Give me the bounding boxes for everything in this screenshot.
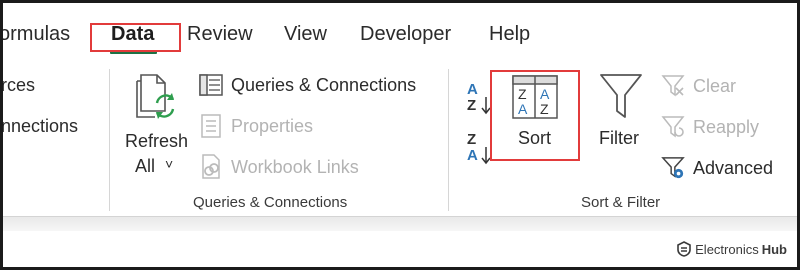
electronics-hub-logo-icon bbox=[677, 241, 691, 257]
sort-za-top-letter: Z bbox=[467, 131, 477, 148]
queries-connections-group-label: Queries & Connections bbox=[193, 194, 348, 211]
sort-button[interactable]: Z A A Z Sort bbox=[490, 70, 580, 161]
existing-connections-button[interactable]: nnections bbox=[3, 116, 78, 137]
queries-connections-label: Queries & Connections bbox=[231, 74, 417, 95]
queries-connections-icon bbox=[199, 73, 223, 97]
advanced-filter-icon bbox=[661, 156, 685, 180]
app-window: ormulas Data Review View Developer Help … bbox=[0, 0, 800, 270]
ribbon-tab-bar: ormulas Data Review View Developer Help bbox=[3, 3, 797, 61]
refresh-all-icon bbox=[136, 74, 175, 119]
clear-filter-button[interactable]: Clear bbox=[661, 74, 736, 98]
tab-help[interactable]: Help bbox=[489, 23, 530, 46]
properties-label: Properties bbox=[231, 115, 314, 136]
sort-descending-button[interactable]: Z A bbox=[463, 131, 493, 179]
sort-filter-group-label: Sort & Filter bbox=[581, 194, 661, 211]
filter-funnel-icon bbox=[600, 74, 642, 118]
advanced-filter-button[interactable]: Advanced bbox=[661, 156, 773, 180]
ribbon-bottom-shadow bbox=[3, 217, 797, 231]
queries-connections-button[interactable]: Queries & Connections bbox=[199, 73, 416, 97]
filter-button[interactable]: Filter bbox=[595, 71, 647, 161]
filter-label: Filter bbox=[599, 128, 639, 148]
watermark-brand: Electronics bbox=[695, 241, 759, 257]
tab-view[interactable]: View bbox=[284, 23, 327, 46]
tab-review[interactable]: Review bbox=[187, 23, 253, 46]
electronics-hub-watermark: Electronics Hub bbox=[677, 241, 787, 257]
svg-text:Z: Z bbox=[518, 86, 527, 102]
workbook-links-icon bbox=[199, 154, 223, 179]
sort-label: Sort bbox=[518, 128, 552, 148]
refresh-all-label-line1: Refresh bbox=[125, 131, 189, 151]
data-tab-highlight-box bbox=[90, 23, 181, 52]
tab-formulas[interactable]: ormulas bbox=[3, 23, 70, 46]
svg-text:A: A bbox=[518, 101, 528, 117]
svg-text:A: A bbox=[540, 86, 550, 102]
group-separator bbox=[448, 69, 449, 211]
clear-label: Clear bbox=[693, 75, 737, 96]
workbook-links-label: Workbook Links bbox=[231, 156, 359, 177]
reapply-button[interactable]: Reapply bbox=[661, 115, 759, 139]
svg-text:Z: Z bbox=[540, 101, 549, 117]
properties-icon bbox=[199, 114, 223, 138]
recent-sources-button[interactable]: rces bbox=[3, 75, 35, 96]
clear-filter-icon bbox=[661, 74, 685, 98]
reapply-label: Reapply bbox=[693, 116, 760, 137]
advanced-label: Advanced bbox=[693, 157, 774, 178]
reapply-icon bbox=[661, 115, 685, 139]
group-separator bbox=[109, 69, 110, 211]
chevron-down-icon: ˅ bbox=[165, 156, 174, 172]
tab-developer[interactable]: Developer bbox=[360, 23, 451, 46]
refresh-all-label-line2: All bbox=[135, 156, 156, 176]
refresh-all-button[interactable]: Refresh All ˅ bbox=[121, 69, 193, 181]
properties-button[interactable]: Properties bbox=[199, 114, 313, 138]
workbook-links-button[interactable]: Workbook Links bbox=[199, 154, 359, 179]
sort-za-bottom-letter: A bbox=[467, 147, 478, 164]
watermark-hub: Hub bbox=[761, 241, 787, 257]
ribbon-panel: rces nnections Refresh All ˅ Queries & C… bbox=[3, 61, 797, 217]
sort-icon: Z A A Z bbox=[512, 75, 558, 119]
sort-az-bottom-letter: Z bbox=[467, 97, 477, 114]
sort-az-top-letter: A bbox=[467, 81, 478, 98]
sort-ascending-button[interactable]: A Z bbox=[463, 81, 493, 129]
